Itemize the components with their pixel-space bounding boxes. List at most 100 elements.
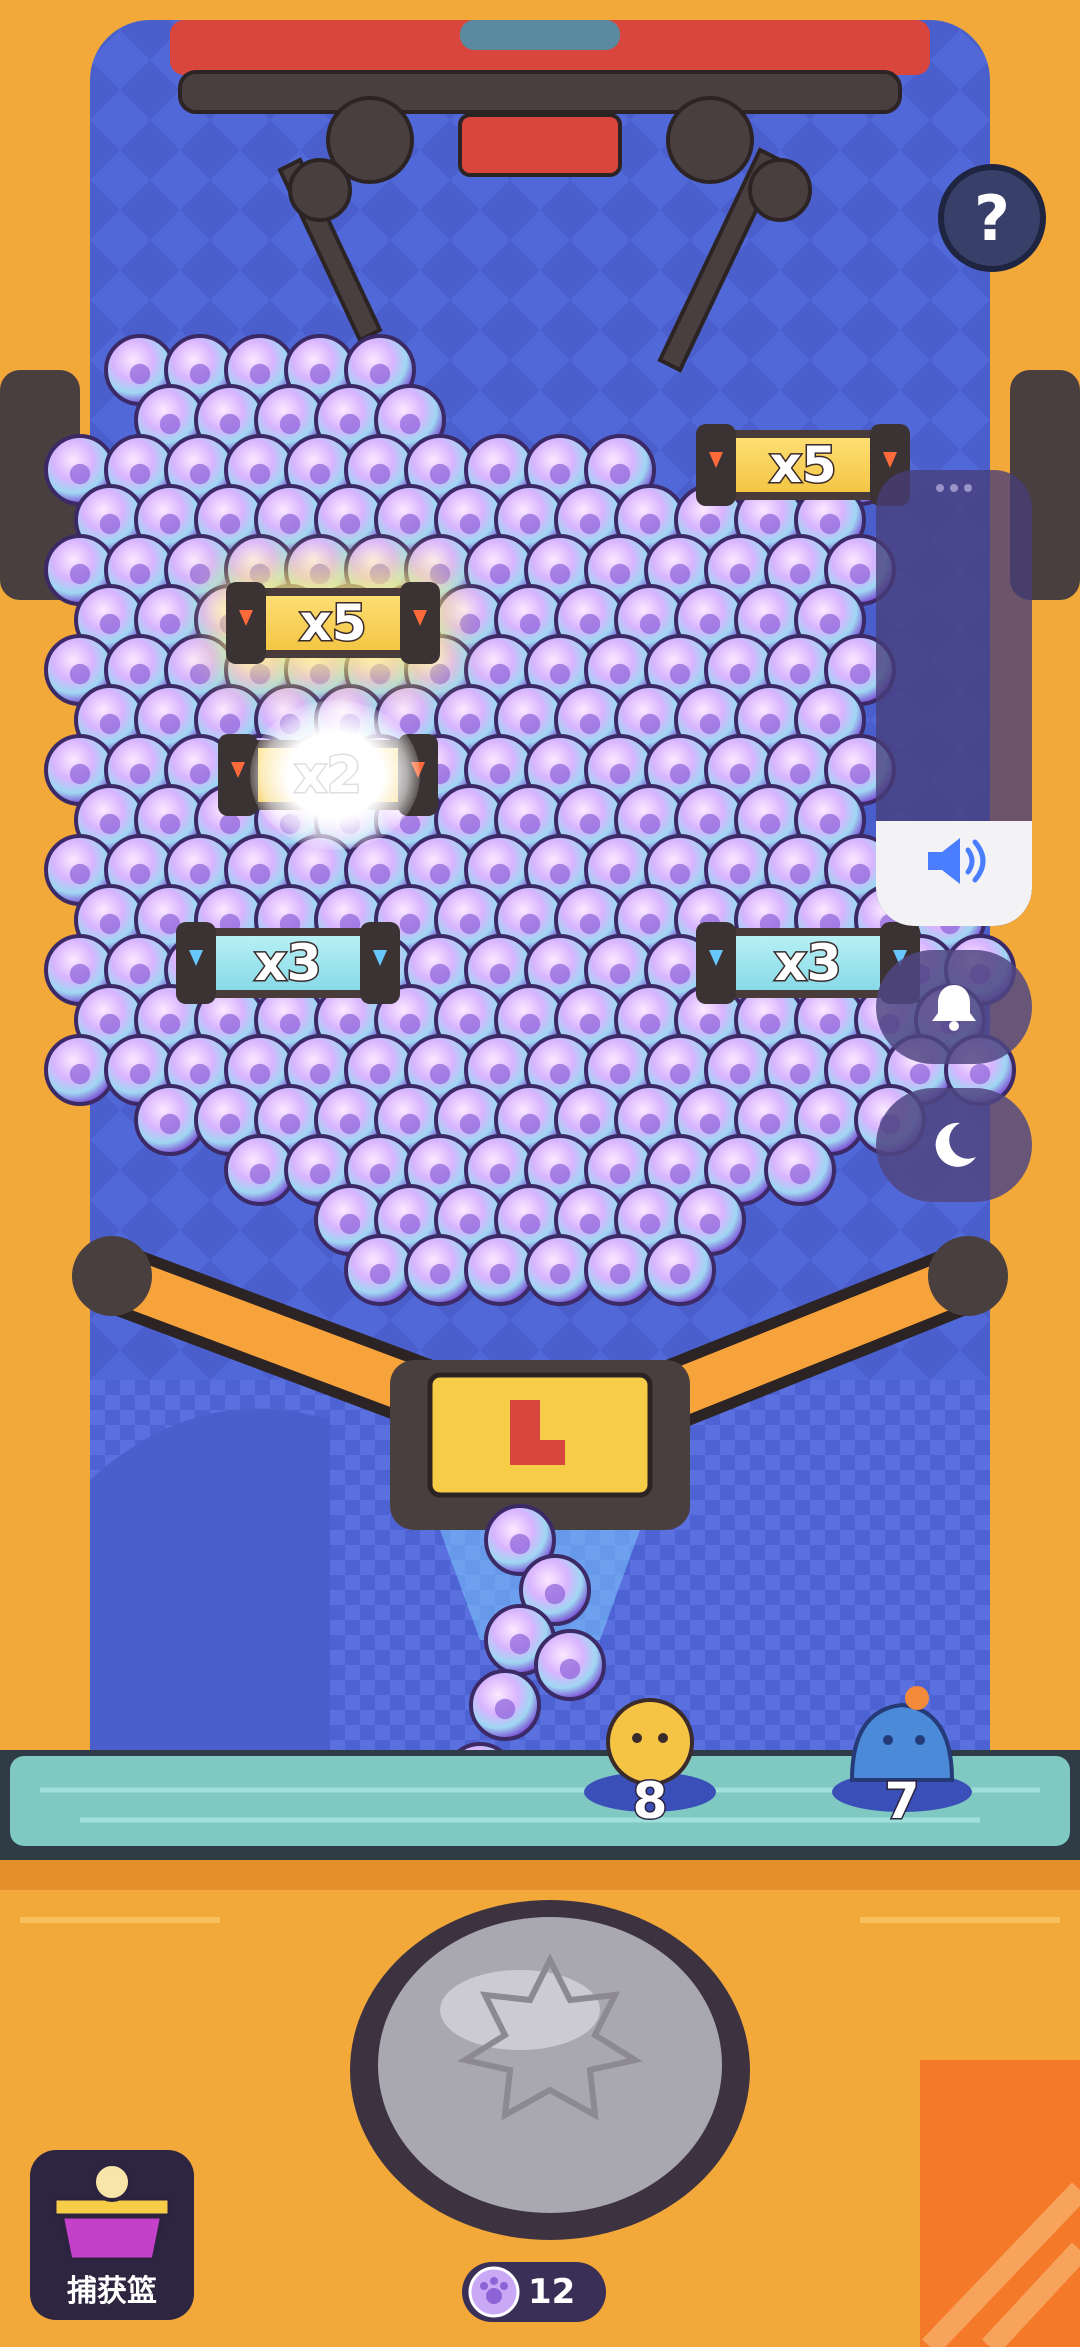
paw-mark: [579, 513, 601, 535]
paw-mark: [99, 513, 121, 535]
multiplier-x3-right: x3: [696, 922, 920, 1004]
paw-mark: [759, 813, 781, 835]
paw-mark: [609, 1263, 631, 1285]
volume-level-fill: [876, 821, 1032, 926]
paw-mark: [249, 1063, 271, 1085]
paw-mark: [219, 1013, 241, 1035]
paw-mark: [369, 1063, 391, 1085]
paw-mark: [309, 863, 331, 885]
paw-mark: [699, 513, 721, 535]
paw-mark: [369, 563, 391, 585]
help-button[interactable]: ?: [938, 164, 1046, 272]
paw-mark: [544, 1583, 566, 1605]
pet-capybara-count: 7: [883, 1771, 921, 1832]
paw-mark: [219, 1113, 241, 1135]
paw-mark: [369, 463, 391, 485]
paw-mark: [279, 413, 301, 435]
paw-mark: [159, 1113, 181, 1135]
paw-mark: [399, 913, 421, 935]
paw-mark: [489, 563, 511, 585]
paw-mark: [129, 863, 151, 885]
paw-mark: [849, 763, 871, 785]
paw-mark: [819, 1113, 841, 1135]
paw-mark: [699, 1013, 721, 1035]
paw-mark: [639, 1213, 661, 1235]
paw-mark: [309, 463, 331, 485]
paw-mark: [489, 863, 511, 885]
paw-mark: [819, 713, 841, 735]
paw-mark: [219, 513, 241, 535]
paw-coin-icon: [468, 2266, 520, 2318]
paw-mark: [669, 863, 691, 885]
paw-mark: [429, 863, 451, 885]
paw-mark: [429, 663, 451, 685]
paw-mark: [339, 1213, 361, 1235]
pet-capybara[interactable]: 7: [822, 1660, 982, 1832]
paw-mark: [489, 663, 511, 685]
paw-mark: [429, 1163, 451, 1185]
paw-mark: [249, 863, 271, 885]
paw-mark: [759, 513, 781, 535]
paw-mark: [69, 563, 91, 585]
catch-basket-button[interactable]: 捕获篮: [30, 2150, 194, 2320]
coin-counter: 12: [462, 2262, 606, 2322]
paw-mark: [789, 563, 811, 585]
paw-mark: [279, 1013, 301, 1035]
paw-mark: [459, 1113, 481, 1135]
paw-mark: [429, 1263, 451, 1285]
paw-mark: [519, 1213, 541, 1235]
paw-mark: [849, 563, 871, 585]
paw-mark: [494, 1698, 516, 1720]
paw-mark: [549, 963, 571, 985]
paw-mark: [579, 813, 601, 835]
coin-count: 12: [528, 2272, 576, 2312]
paw-mark: [189, 663, 211, 685]
paw-mark: [579, 1113, 601, 1135]
paw-mark: [519, 1113, 541, 1135]
paw-mark: [399, 1213, 421, 1235]
basket-label: 捕获篮: [67, 2274, 157, 2309]
paw-mark: [609, 1063, 631, 1085]
paw-mark: [819, 613, 841, 635]
paw-mark: [759, 1013, 781, 1035]
paw-mark: [639, 513, 661, 535]
paw-mark: [489, 1063, 511, 1085]
paw-mark: [729, 563, 751, 585]
paw-mark: [399, 513, 421, 535]
paw-mark: [669, 963, 691, 985]
paw-mark: [519, 813, 541, 835]
moon-button[interactable]: [876, 1088, 1032, 1202]
pet-dog[interactable]: 8: [575, 1672, 725, 1832]
paw-mark: [699, 713, 721, 735]
paw-mark: [579, 713, 601, 735]
paw-mark: [459, 713, 481, 735]
paw-mark: [429, 1063, 451, 1085]
paw-mark: [129, 1063, 151, 1085]
paw-mark: [699, 1113, 721, 1135]
paw-mark: [609, 663, 631, 685]
paw-mark: [69, 1063, 91, 1085]
paw-mark: [639, 713, 661, 735]
paw-mark: [759, 613, 781, 635]
paw-mark: [639, 613, 661, 635]
paw-mark: [609, 763, 631, 785]
paw-mark: [609, 1163, 631, 1185]
paw-mark: [459, 813, 481, 835]
paw-mark: [339, 413, 361, 435]
grabber-handle[interactable]: [926, 484, 982, 494]
paw-mark: [249, 1163, 271, 1185]
paw-mark: [309, 1063, 331, 1085]
paw-mark: [819, 813, 841, 835]
paw-mark: [99, 913, 121, 935]
paw-mark: [159, 513, 181, 535]
speaker-icon: [928, 838, 986, 884]
paw-mark: [509, 1533, 531, 1555]
paw-mark: [699, 1213, 721, 1235]
multiplier-x5-top-right: x5: [696, 424, 910, 506]
paw-mark: [129, 463, 151, 485]
paw-mark: [669, 663, 691, 685]
bell-button[interactable]: [876, 950, 1032, 1064]
paw-mark: [339, 1113, 361, 1135]
volume-slider[interactable]: [876, 470, 1032, 926]
paw-mark: [339, 1013, 361, 1035]
